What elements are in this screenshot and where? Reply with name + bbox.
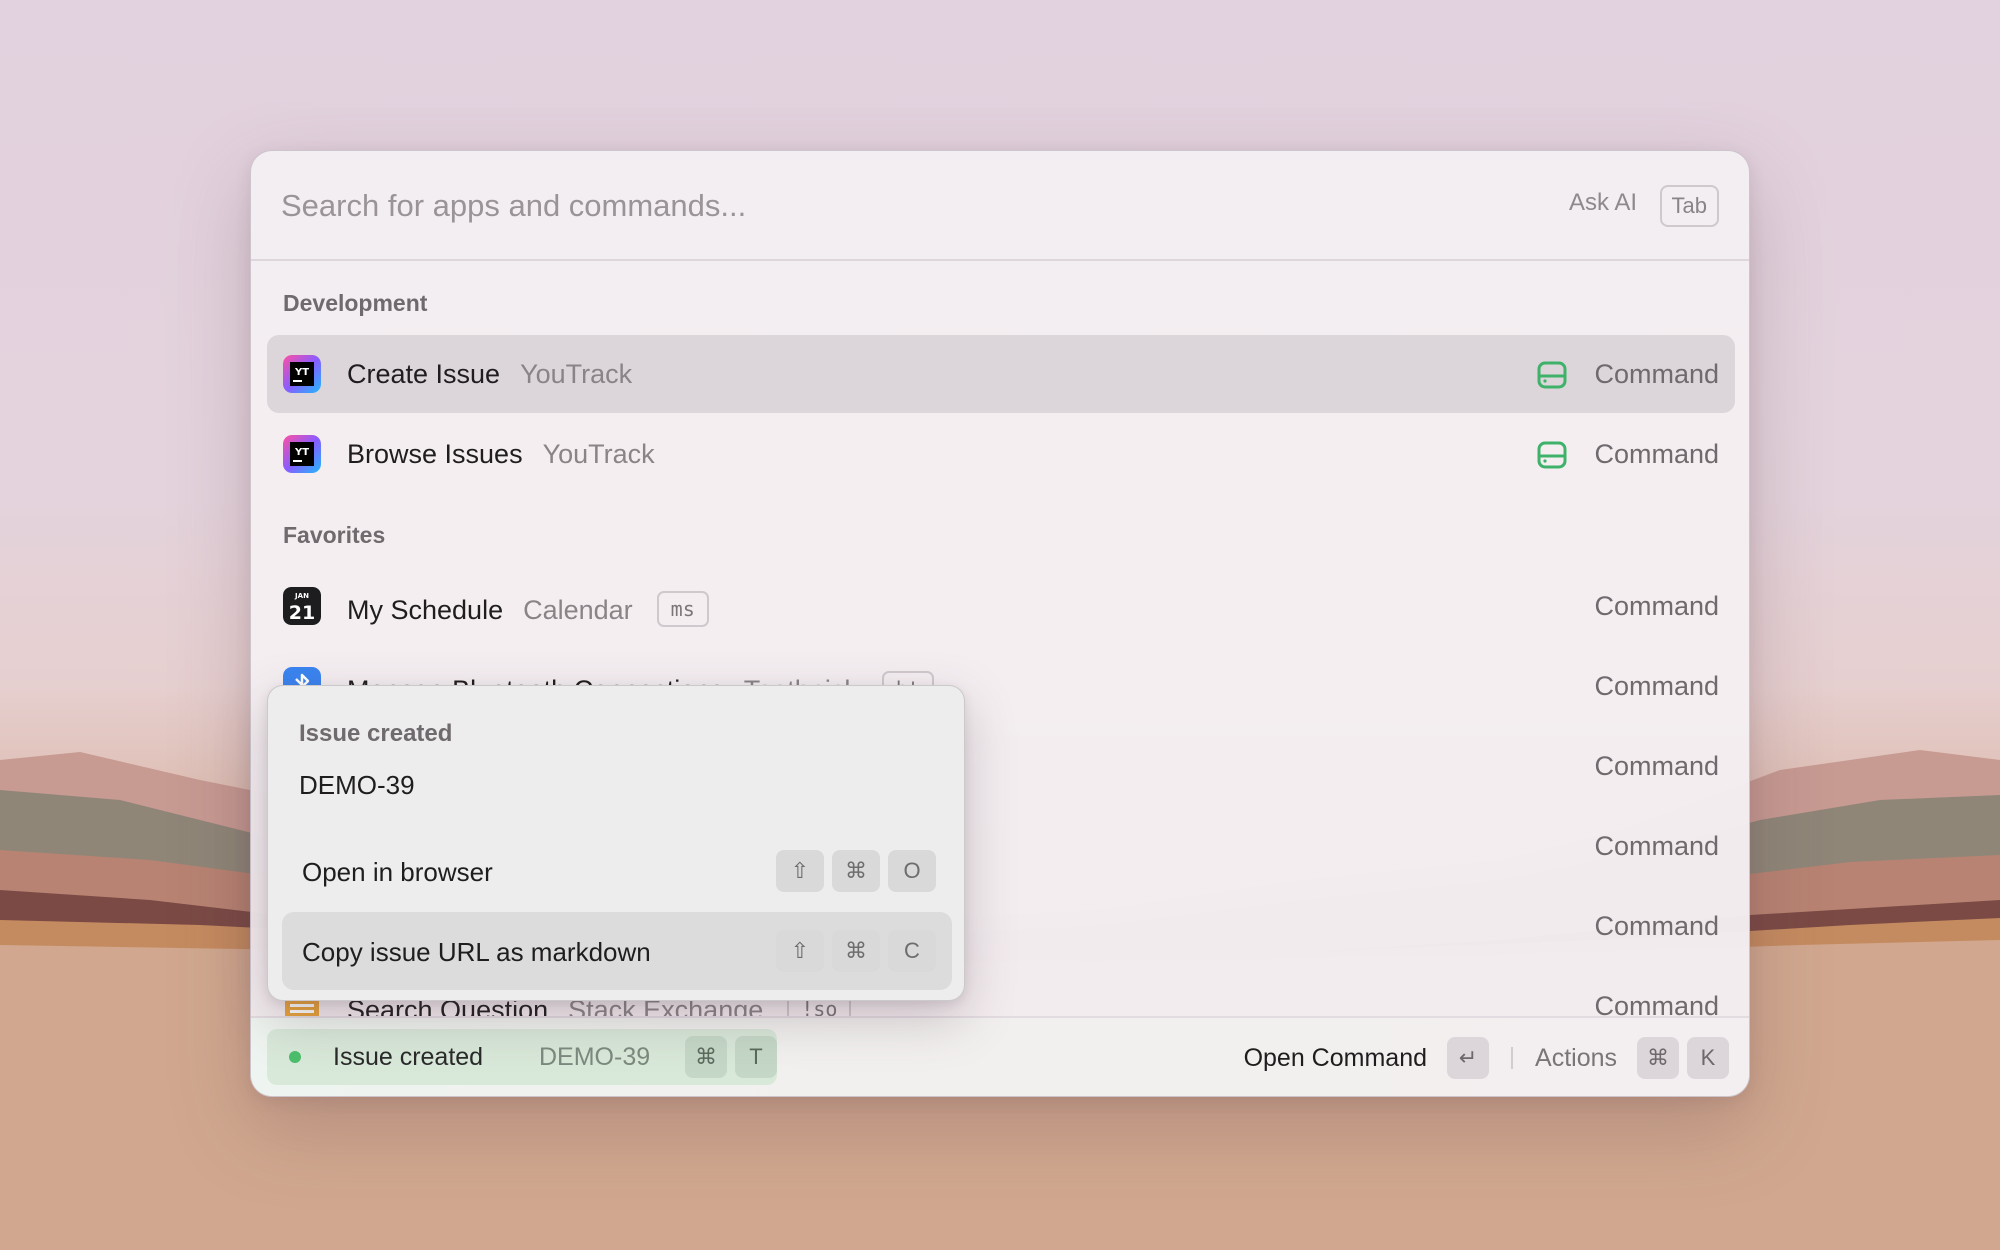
action-shortcut: ⇧ ⌘ O xyxy=(776,850,936,892)
c-key: C xyxy=(888,930,936,972)
item-title: Create Issue xyxy=(347,359,501,389)
calendar-day: 21 xyxy=(289,602,315,624)
item-type: Command xyxy=(1594,591,1719,621)
youtrack-icon: YT xyxy=(283,435,321,473)
toast-issue-created[interactable]: Issue created DEMO-39 ⌘ T xyxy=(267,1029,777,1085)
command-key: ⌘ xyxy=(685,1036,727,1078)
popover-title: Issue created xyxy=(299,720,453,747)
item-keyword: ms xyxy=(656,591,709,627)
action-shortcut: ⇧ ⌘ C xyxy=(776,930,936,972)
command-key: ⌘ xyxy=(832,930,880,972)
ask-ai-button[interactable]: Ask AI xyxy=(1569,189,1637,217)
return-key: ↵ xyxy=(1447,1037,1490,1079)
search-bar: Ask AI Tab xyxy=(251,151,1749,261)
popover-issue-id: DEMO-39 xyxy=(299,770,415,800)
copy-issue-url-markdown-action[interactable]: Copy issue URL as markdown ⇧ ⌘ C xyxy=(282,912,952,990)
toast-shortcut: ⌘ T xyxy=(685,1036,777,1078)
item-title: Browse Issues xyxy=(347,439,523,469)
actions-button[interactable]: Actions xyxy=(1535,1044,1617,1073)
shift-key: ⇧ xyxy=(776,930,824,972)
item-title: My Schedule xyxy=(347,595,504,625)
shift-key: ⇧ xyxy=(776,850,824,892)
item-type: Command xyxy=(1594,911,1719,941)
k-key: K xyxy=(1687,1037,1729,1079)
section-title-favorites: Favorites xyxy=(283,522,386,548)
search-input[interactable] xyxy=(281,177,1281,235)
command-key: ⌘ xyxy=(832,850,880,892)
svg-text:YT: YT xyxy=(294,447,309,458)
command-key: ⌘ xyxy=(1637,1037,1679,1079)
item-subtitle: YouTrack xyxy=(520,359,633,389)
tab-key-hint: Tab xyxy=(1659,185,1719,227)
extension-icon xyxy=(1537,441,1567,469)
action-label: Open in browser xyxy=(302,857,493,887)
youtrack-icon: YT xyxy=(283,355,321,393)
success-dot-icon xyxy=(289,1051,301,1063)
list-item-browse-issues[interactable]: YT Browse Issues YouTrack Command xyxy=(267,415,1735,493)
toast-issue-id: DEMO-39 xyxy=(539,1043,651,1071)
actions-shortcut: ⌘ K xyxy=(1637,1037,1729,1079)
t-key: T xyxy=(735,1036,777,1078)
item-type: Command xyxy=(1594,751,1719,781)
list-item-my-schedule[interactable]: JAN 21 My Schedule Calendar ms Command xyxy=(267,567,1735,645)
open-command-button[interactable]: Open Command xyxy=(1244,1044,1427,1073)
section-title-development: Development xyxy=(283,290,428,316)
item-subtitle: Calendar xyxy=(523,595,633,625)
item-type: Command xyxy=(1594,671,1719,701)
footer-actions: Open Command ↵ Actions ⌘ K xyxy=(1244,1037,1729,1079)
divider xyxy=(1511,1047,1514,1069)
calendar-icon: JAN 21 xyxy=(283,587,321,625)
svg-text:YT: YT xyxy=(294,367,309,378)
calendar-month: JAN xyxy=(294,592,309,600)
action-bar: Issue created DEMO-39 ⌘ T Open Command ↵… xyxy=(251,1016,1749,1096)
item-type: Command xyxy=(1594,359,1719,389)
action-label: Copy issue URL as markdown xyxy=(302,937,651,967)
open-in-browser-action[interactable]: Open in browser ⇧ ⌘ O xyxy=(282,832,952,910)
issue-created-popover: Issue created DEMO-39 Open in browser ⇧ … xyxy=(267,685,965,1001)
o-key: O xyxy=(888,850,936,892)
extension-icon xyxy=(1537,361,1567,389)
item-type: Command xyxy=(1594,831,1719,861)
item-type: Command xyxy=(1594,439,1719,469)
toast-title: Issue created xyxy=(333,1043,484,1071)
list-item-create-issue[interactable]: YT Create Issue YouTrack Command xyxy=(267,335,1735,413)
item-subtitle: YouTrack xyxy=(542,439,655,469)
